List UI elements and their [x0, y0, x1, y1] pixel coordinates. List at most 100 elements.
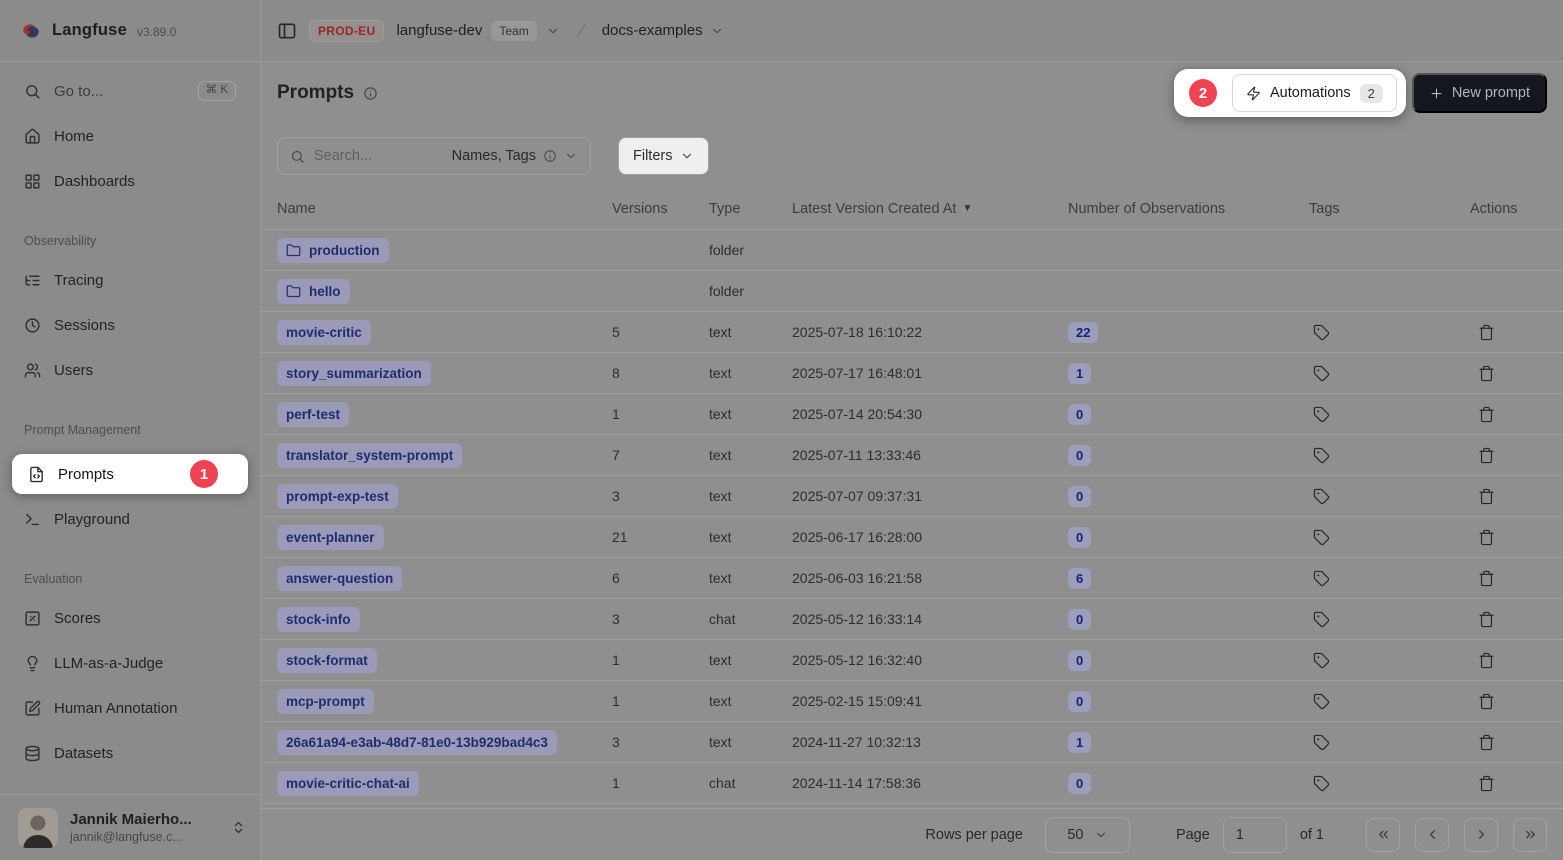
tag-icon[interactable] [1313, 570, 1330, 587]
tag-icon[interactable] [1313, 447, 1330, 464]
search-input[interactable] [314, 148, 406, 164]
observations-count-badge: 1 [1068, 732, 1091, 753]
tag-icon[interactable] [1313, 324, 1330, 341]
tag-icon[interactable] [1313, 775, 1330, 792]
observations-cell: 0 [1068, 486, 1309, 507]
table-row[interactable]: 26a61a94-e3ab-48d7-81e0-13b929bad4c3 3 t… [261, 722, 1563, 763]
column-header-type: Type [709, 201, 792, 217]
table-row[interactable]: translator_system-prompt 7 text 2025-07-… [261, 435, 1563, 476]
first-page-button[interactable] [1366, 818, 1400, 852]
user-menu[interactable]: Jannik Maierho... jannik@langfuse.c... [0, 794, 260, 860]
sidebar-toggle-icon[interactable] [277, 21, 297, 41]
new-prompt-button[interactable]: New prompt [1412, 73, 1547, 113]
observations-cell: 0 [1068, 445, 1309, 466]
prompt-name-badge[interactable]: prompt-exp-test [277, 484, 398, 509]
tag-icon[interactable] [1313, 529, 1330, 546]
filters-button[interactable]: Filters [618, 137, 709, 175]
prompt-name-badge[interactable]: answer-question [277, 566, 402, 591]
automations-button[interactable]: Automations 2 [1232, 74, 1397, 112]
table-row[interactable]: event-planner 21 text 2025-06-17 16:28:0… [261, 517, 1563, 558]
table-row[interactable]: answer-question 6 text 2025-06-03 16:21:… [261, 558, 1563, 599]
delete-trash-icon[interactable] [1478, 324, 1495, 341]
playground-label: Playground [54, 511, 130, 528]
delete-trash-icon[interactable] [1478, 693, 1495, 710]
sidebar-item-playground[interactable]: Playground [12, 504, 248, 534]
prompt-name-badge[interactable]: stock-info [277, 607, 360, 632]
tags-cell [1309, 611, 1470, 628]
prompt-name-badge[interactable]: translator_system-prompt [277, 443, 462, 468]
last-page-button[interactable] [1513, 818, 1547, 852]
delete-trash-icon[interactable] [1478, 365, 1495, 382]
sidebar-item-dashboards[interactable]: Dashboards [12, 166, 248, 196]
table-row[interactable]: stock-format 1 text 2025-05-12 16:32:40 … [261, 640, 1563, 681]
terminal-icon [24, 511, 41, 528]
new-prompt-label: New prompt [1452, 85, 1530, 101]
delete-trash-icon[interactable] [1478, 611, 1495, 628]
sidebar-item-home[interactable]: Home [12, 121, 248, 151]
prompt-name-badge[interactable]: 26a61a94-e3ab-48d7-81e0-13b929bad4c3 [277, 730, 557, 755]
column-header-created-at[interactable]: Latest Version Created At ▼ [792, 201, 1068, 217]
tag-icon[interactable] [1313, 611, 1330, 628]
info-icon[interactable] [363, 86, 378, 101]
sidebar-item-datasets[interactable]: Datasets [12, 738, 248, 768]
tag-icon[interactable] [1313, 734, 1330, 751]
sidebar-item-prompts[interactable]: Prompts 1 [12, 454, 248, 494]
prompt-name-badge[interactable]: perf-test [277, 402, 349, 427]
delete-trash-icon[interactable] [1478, 775, 1495, 792]
org-type-badge: Team [491, 21, 536, 41]
tag-icon[interactable] [1313, 488, 1330, 505]
table-row[interactable]: hello folder [261, 271, 1563, 312]
prompt-name-badge[interactable]: production [277, 238, 389, 263]
type-cell: text [709, 324, 792, 340]
type-cell: text [709, 406, 792, 422]
sidebar-item-users[interactable]: Users [12, 355, 248, 385]
prompt-name-badge[interactable]: event-planner [277, 525, 384, 550]
table-row[interactable]: movie-critic 5 text 2025-07-18 16:10:22 … [261, 312, 1563, 353]
rows-per-page-select[interactable]: 50 [1045, 817, 1130, 853]
table-row[interactable]: production folder [261, 230, 1563, 271]
prompt-name-badge[interactable]: story_summarization [277, 361, 431, 386]
prompt-name-badge[interactable]: mcp-prompt [277, 689, 374, 714]
observations-count-badge: 0 [1068, 650, 1091, 671]
sidebar-item-sessions[interactable]: Sessions [12, 310, 248, 340]
tag-icon[interactable] [1313, 406, 1330, 423]
table-row[interactable]: movie-critic-chat-ai 1 chat 2024-11-14 1… [261, 763, 1563, 804]
sidebar-item-scores[interactable]: Scores [12, 603, 248, 633]
table-row[interactable]: perf-test 1 text 2025-07-14 20:54:30 0 [261, 394, 1563, 435]
prompt-name-badge[interactable]: movie-critic-chat-ai [277, 771, 419, 796]
sidebar-item-human-annotation[interactable]: Human Annotation [12, 693, 248, 723]
actions-cell [1470, 488, 1547, 505]
delete-trash-icon[interactable] [1478, 570, 1495, 587]
avatar [18, 808, 58, 848]
previous-page-button[interactable] [1415, 818, 1449, 852]
project-switcher[interactable]: docs-examples [602, 22, 724, 39]
tags-cell [1309, 488, 1470, 505]
table-row[interactable]: stock-info 3 chat 2025-05-12 16:33:14 0 [261, 599, 1563, 640]
prompt-name-badge[interactable]: stock-format [277, 648, 377, 673]
delete-trash-icon[interactable] [1478, 447, 1495, 464]
table-row[interactable]: story_summarization 8 text 2025-07-17 16… [261, 353, 1563, 394]
delete-trash-icon[interactable] [1478, 488, 1495, 505]
prompt-name-badge[interactable]: hello [277, 279, 350, 304]
chevron-down-icon [546, 24, 560, 38]
delete-trash-icon[interactable] [1478, 734, 1495, 751]
chevrons-right-icon [1523, 827, 1538, 842]
delete-trash-icon[interactable] [1478, 529, 1495, 546]
page-number-input[interactable] [1223, 817, 1287, 853]
table-row[interactable]: prompt-exp-test 3 text 2025-07-07 09:37:… [261, 476, 1563, 517]
table-row[interactable]: mcp-prompt 1 text 2025-02-15 15:09:41 0 [261, 681, 1563, 722]
delete-trash-icon[interactable] [1478, 406, 1495, 423]
delete-trash-icon[interactable] [1478, 652, 1495, 669]
actions-cell [1470, 611, 1547, 628]
sidebar-item-llm-as-a-judge[interactable]: LLM-as-a-Judge [12, 648, 248, 678]
sidebar-item-tracing[interactable]: Tracing [12, 265, 248, 295]
name-cell: movie-critic-chat-ai [277, 771, 612, 796]
org-switcher[interactable]: langfuse-dev Team [396, 21, 559, 41]
tag-icon[interactable] [1313, 652, 1330, 669]
search-scope-dropdown[interactable]: Names, Tags [452, 148, 578, 164]
prompt-name-badge[interactable]: movie-critic [277, 320, 371, 345]
tag-icon[interactable] [1313, 693, 1330, 710]
next-page-button[interactable] [1464, 818, 1498, 852]
tag-icon[interactable] [1313, 365, 1330, 382]
sidebar-item-goto[interactable]: Go to... ⌘ K [12, 76, 248, 106]
